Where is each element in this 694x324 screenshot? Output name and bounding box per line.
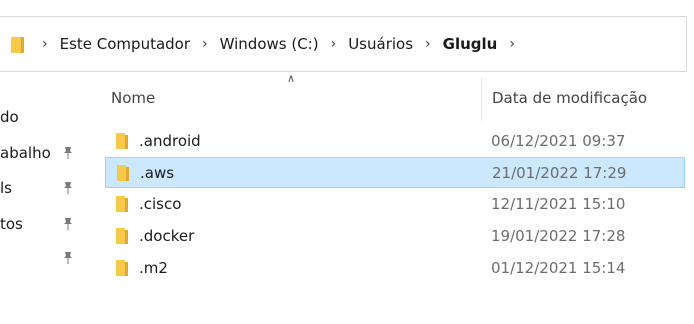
breadcrumb-este-computador[interactable]: Este Computador: [60, 35, 190, 53]
pin-icon: [62, 181, 74, 195]
file-name: .android: [139, 132, 201, 150]
column-header-date-modified[interactable]: Data de modificação: [492, 89, 647, 107]
file-explorer-window: › Este Computador › Windows (C:) › Usuár…: [0, 0, 694, 324]
column-header-name[interactable]: Nome: [111, 89, 155, 107]
folder-icon: [116, 228, 130, 244]
nav-item-desktop[interactable]: do: [0, 108, 19, 126]
chevron-right-icon[interactable]: ›: [331, 36, 337, 52]
breadcrumb-windows-c[interactable]: Windows (C:): [220, 35, 319, 53]
pin-icon: [62, 217, 74, 231]
file-name: .aws: [140, 164, 175, 182]
column-header: ∧ Nome Data de modificação: [105, 72, 694, 121]
navigation-pane: do abalho ls tos: [0, 75, 95, 324]
file-date: 19/01/2022 17:28: [491, 227, 626, 245]
folder-icon: [116, 196, 130, 212]
file-date: 21/01/2022 17:29: [492, 164, 627, 182]
file-date: 06/12/2021 09:37: [491, 132, 626, 150]
list-item[interactable]: .m2 01/12/2021 15:14: [105, 253, 685, 284]
file-date: 12/11/2021 15:10: [491, 195, 626, 213]
pin-icon: [62, 251, 74, 265]
file-name: .cisco: [139, 195, 182, 213]
nav-item-area-de-trabalho[interactable]: abalho: [0, 144, 51, 162]
file-date: 01/12/2021 15:14: [491, 259, 626, 277]
list-item[interactable]: .docker 19/01/2022 17:28: [105, 221, 685, 252]
list-item[interactable]: .cisco 12/11/2021 15:10: [105, 189, 685, 220]
chevron-right-icon[interactable]: ›: [42, 36, 48, 52]
folder-icon: [116, 133, 130, 149]
chevron-right-icon[interactable]: ›: [509, 36, 515, 52]
folder-icon: [117, 165, 131, 181]
breadcrumb-gluglu[interactable]: Gluglu: [443, 35, 498, 53]
chevron-right-icon[interactable]: ›: [425, 36, 431, 52]
chevron-right-icon[interactable]: ›: [202, 36, 208, 52]
nav-item-documentos[interactable]: tos: [0, 215, 23, 233]
breadcrumb-usuarios[interactable]: Usuários: [348, 35, 413, 53]
folder-icon: [8, 35, 30, 53]
folder-icon: [116, 260, 130, 276]
list-item-selected[interactable]: .aws 21/01/2022 17:29: [105, 157, 685, 188]
sort-ascending-icon: ∧: [287, 72, 296, 85]
nav-item-downloads[interactable]: ls: [0, 179, 12, 197]
list-item[interactable]: .android 06/12/2021 09:37: [105, 126, 685, 157]
file-name: .docker: [139, 227, 195, 245]
file-name: .m2: [139, 259, 168, 277]
pin-icon: [62, 146, 74, 160]
column-divider[interactable]: [481, 77, 482, 121]
address-bar[interactable]: › Este Computador › Windows (C:) › Usuár…: [0, 16, 687, 72]
